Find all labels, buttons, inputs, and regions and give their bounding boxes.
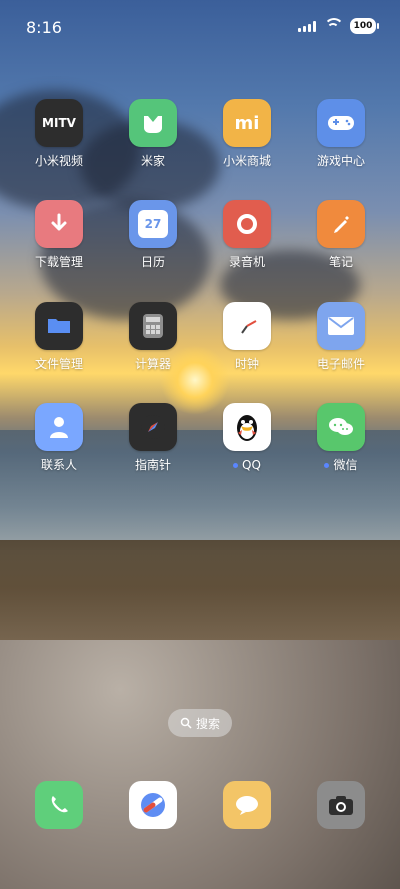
messages-icon	[232, 793, 262, 817]
app-xiaomi-store[interactable]: mi 小米商城	[207, 99, 287, 168]
app-label: QQ	[207, 458, 287, 472]
app-xiaomi-video[interactable]: MITV 小米视频	[19, 99, 99, 168]
battery-icon: 100	[350, 18, 379, 34]
dock-messages[interactable]	[223, 781, 271, 829]
app-compass[interactable]: 指南针	[113, 403, 193, 472]
app-download-manager[interactable]: 下载管理	[19, 200, 99, 269]
app-wechat[interactable]: 微信	[301, 403, 381, 472]
search-button[interactable]: 搜索	[168, 709, 232, 737]
app-mijia[interactable]: 米家	[113, 99, 193, 168]
search-label: 搜索	[195, 716, 220, 731]
calculator-icon	[129, 302, 177, 350]
home-screen: 8:16 100 MITV 小米视频 米家 mi 小米商城 游戏中心 下载管理 …	[0, 0, 400, 889]
phone-icon	[47, 793, 71, 817]
app-clock[interactable]: 时钟	[207, 302, 287, 371]
notification-dot	[233, 463, 239, 468]
app-label: 时钟	[234, 357, 259, 371]
compass-icon	[129, 403, 177, 451]
wifi-icon	[324, 18, 344, 32]
battery-level: 100	[353, 21, 373, 31]
app-label: 电子邮件	[316, 357, 365, 371]
qq-penguin-icon	[223, 403, 271, 451]
recorder-icon	[223, 200, 271, 248]
calendar-icon: 27	[129, 200, 177, 248]
app-email[interactable]: 电子邮件	[301, 302, 381, 371]
status-time: 8:16	[26, 18, 62, 37]
app-label: 文件管理	[34, 357, 83, 371]
app-label: 微信	[301, 458, 381, 472]
status-bar: 8:16 100	[0, 0, 400, 56]
app-qq[interactable]: QQ	[207, 403, 287, 472]
camera-icon	[326, 793, 356, 817]
mitv-icon: MITV	[35, 99, 83, 147]
game-controller-icon	[317, 99, 365, 147]
app-game-center[interactable]: 游戏中心	[301, 99, 381, 168]
mail-icon	[317, 302, 365, 350]
dock-camera[interactable]	[317, 781, 365, 829]
download-icon	[35, 200, 83, 248]
folder-icon	[35, 302, 83, 350]
xiaomi-store-icon: mi	[223, 99, 271, 147]
app-notes[interactable]: 笔记	[301, 200, 381, 269]
wechat-icon	[317, 403, 365, 451]
signal-icon	[298, 20, 316, 32]
app-recorder[interactable]: 录音机	[207, 200, 287, 269]
search-icon	[180, 717, 192, 729]
app-label: 小米商城	[222, 154, 271, 168]
app-label: 日历	[140, 255, 165, 269]
mijia-icon	[129, 99, 177, 147]
app-calendar[interactable]: 27 日历	[113, 200, 193, 269]
app-file-manager[interactable]: 文件管理	[19, 302, 99, 371]
app-contacts[interactable]: 联系人	[19, 403, 99, 472]
contacts-icon	[35, 403, 83, 451]
app-label: 录音机	[228, 255, 265, 269]
browser-icon	[138, 790, 168, 820]
notes-icon	[317, 200, 365, 248]
dock-phone[interactable]	[35, 781, 83, 829]
app-label: 指南针	[134, 458, 171, 472]
clock-icon	[223, 302, 271, 350]
notification-dot	[324, 463, 330, 468]
app-label: 笔记	[328, 255, 353, 269]
app-calculator[interactable]: 计算器	[113, 302, 193, 371]
wallpaper-sand	[0, 640, 400, 889]
status-icons: 100	[298, 18, 379, 34]
dock-browser[interactable]	[129, 781, 177, 829]
app-label: 计算器	[134, 357, 171, 371]
app-label: 游戏中心	[316, 154, 365, 168]
app-label: 下载管理	[34, 255, 83, 269]
app-label: 联系人	[40, 458, 77, 472]
app-label: 米家	[140, 154, 165, 168]
app-label: 小米视频	[34, 154, 83, 168]
